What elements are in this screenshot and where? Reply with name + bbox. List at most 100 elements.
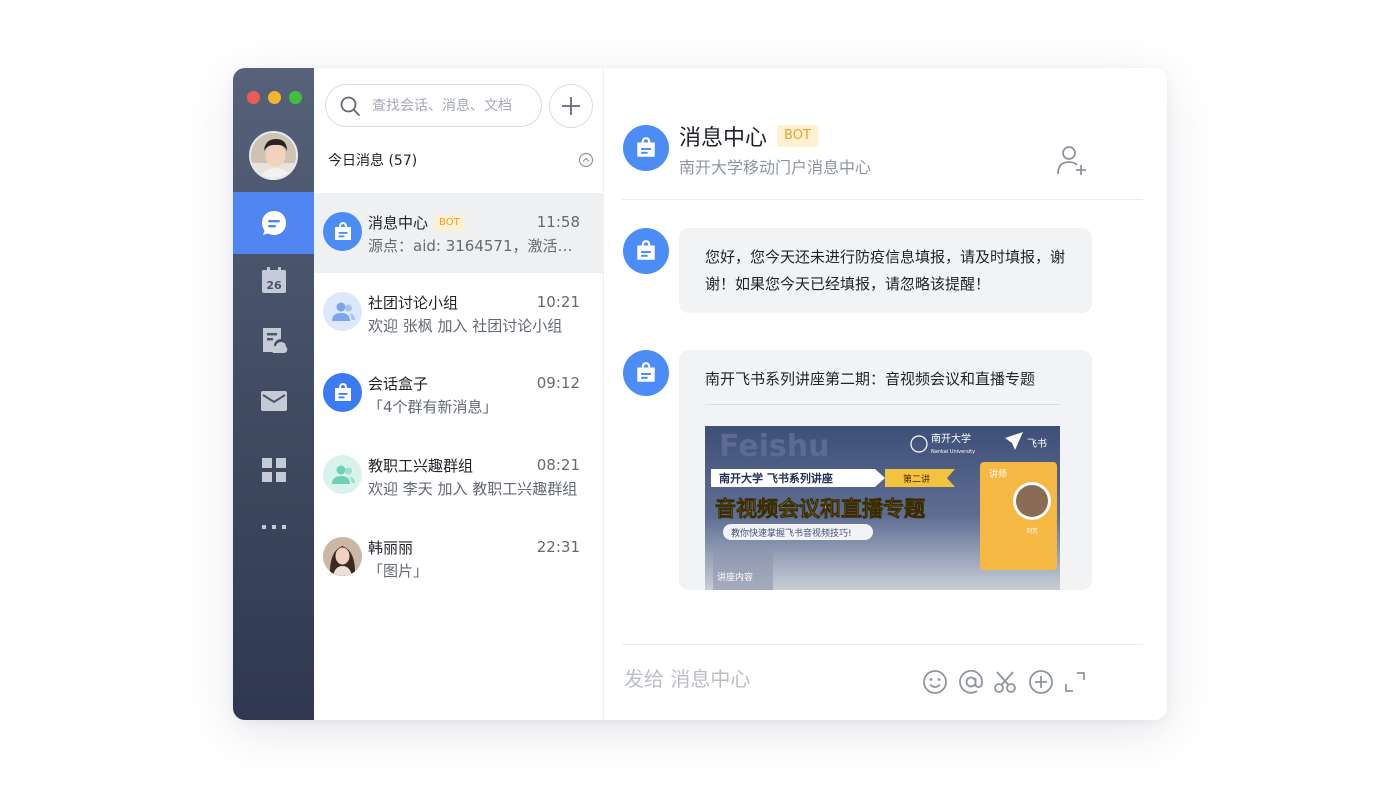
- nav-docs[interactable]: [233, 309, 314, 371]
- nav-more[interactable]: [233, 496, 314, 558]
- poster-tagline: 教你快速掌握飞书音视频技巧!: [731, 527, 852, 539]
- poster-university-en: Nankai University: [931, 449, 975, 455]
- conversation-preview: 源点：aid: 3164571，激活回…: [368, 237, 583, 255]
- conversation-preview: 欢迎 李天 加入 教职工兴趣群组: [368, 480, 578, 498]
- create-button[interactable]: [549, 84, 593, 128]
- conversation-avatar: [323, 292, 362, 331]
- mail-icon: [260, 391, 287, 411]
- group-icon: [331, 302, 355, 321]
- card-divider: [705, 404, 1059, 405]
- conversation-title: 会话盒子: [368, 375, 429, 393]
- bot-icon: [637, 137, 655, 157]
- section-title: 今日消息 (57): [328, 153, 418, 169]
- expand-editor-button[interactable]: [1060, 667, 1090, 697]
- expand-icon: [1065, 672, 1085, 692]
- user-photo-icon: [251, 133, 296, 178]
- emoji-button[interactable]: [920, 667, 950, 697]
- emoji-icon: [923, 670, 947, 694]
- poster-university: 南开大学: [931, 432, 971, 445]
- conversation-preview: 欢迎 张枫 加入 社团讨论小组: [368, 317, 563, 335]
- poster-episode: 第二讲: [903, 473, 930, 485]
- chat-panel: 消息中心 BOT 南开大学移动门户消息中心 您好，您今天还未进行防疫信息填报，请…: [605, 68, 1167, 720]
- chat-subtitle: 南开大学移动门户消息中心: [679, 158, 872, 177]
- nav-calendar[interactable]: 26: [233, 249, 314, 311]
- group-icon: [331, 465, 355, 484]
- search-icon: [340, 96, 360, 116]
- conversation-time: 11:58: [536, 213, 580, 231]
- poster-graphic: Feishu 南开大学 Nankai University 飞书 南开大学 飞书…: [711, 429, 1057, 590]
- maximize-window-button[interactable]: [289, 91, 302, 104]
- user-avatar[interactable]: [249, 131, 298, 180]
- poster-watermark: Feishu: [719, 429, 829, 464]
- nav-workplace[interactable]: [233, 439, 314, 501]
- chat-avatar: [623, 125, 669, 171]
- nav-rail: 26: [233, 68, 314, 720]
- bot-icon: [334, 382, 351, 401]
- add-member-icon[interactable]: [1055, 143, 1089, 177]
- university-seal-icon: [910, 435, 928, 453]
- conversation-title: 消息中心: [368, 214, 429, 232]
- nav-messages[interactable]: [233, 192, 314, 254]
- conversation-title: 社团讨论小组: [368, 294, 459, 312]
- card-title: 南开飞书系列讲座第二期：音视频会议和直播专题: [705, 370, 1036, 388]
- conversation-item[interactable]: 会话盒子 09:12 「4个群有新消息」: [314, 354, 604, 434]
- user-photo-icon: [323, 537, 362, 576]
- conversation-item[interactable]: 教职工兴趣群组 08:21 欢迎 李天 加入 教职工兴趣群组: [314, 436, 604, 516]
- bot-icon: [334, 221, 351, 240]
- message-avatar: [623, 228, 669, 274]
- conversation-time: 22:31: [536, 538, 580, 556]
- poster-section-label: 讲座内容: [717, 571, 753, 583]
- scissors-icon: [994, 671, 1016, 693]
- poster-speaker-label: 讲师: [989, 468, 1007, 480]
- conversation-time: 10:21: [536, 293, 580, 311]
- conversation-title: 韩丽丽: [368, 539, 414, 557]
- calendar-day-label: 26: [266, 279, 282, 292]
- calendar-icon: 26: [261, 267, 286, 293]
- chat-header: 消息中心 BOT 南开大学移动门户消息中心: [622, 68, 1143, 200]
- close-window-button[interactable]: [247, 91, 260, 104]
- bot-icon: [637, 240, 655, 260]
- today-section-header: 今日消息 (57): [328, 150, 594, 170]
- bot-badge: BOT: [777, 125, 818, 147]
- attach-button[interactable]: [1026, 667, 1056, 697]
- message-avatar: [623, 350, 669, 396]
- search-box[interactable]: [325, 84, 542, 127]
- message-icon: [261, 211, 286, 235]
- message-card[interactable]: 南开飞书系列讲座第二期：音视频会议和直播专题 Feishu 南开大学 Nanka…: [679, 350, 1092, 590]
- message-bubble: 您好，您今天还未进行防疫信息填报，请及时填报，谢谢！如果您今天已经填报，请忽略该…: [679, 228, 1092, 313]
- mention-button[interactable]: [956, 667, 986, 697]
- conversation-time: 08:21: [536, 456, 580, 474]
- message-composer: [622, 644, 1143, 720]
- content-box: [713, 548, 773, 590]
- conversation-avatar: [323, 537, 362, 576]
- search-input[interactable]: [372, 97, 532, 114]
- conversation-time: 09:12: [536, 374, 580, 392]
- minimize-window-button[interactable]: [268, 91, 281, 104]
- screenshot-button[interactable]: [990, 667, 1020, 697]
- plus-circle-icon: [1029, 670, 1053, 694]
- lecture-poster-image[interactable]: Feishu 南开大学 Nankai University 飞书 南开大学 飞书…: [705, 426, 1060, 590]
- conversation-item[interactable]: 社团讨论小组 10:21 欢迎 张枫 加入 社团讨论小组: [314, 273, 604, 353]
- conversation-preview: 「4个群有新消息」: [368, 398, 498, 416]
- feishu-logo-icon: [1005, 432, 1023, 450]
- chat-title: 消息中心 BOT: [679, 120, 818, 152]
- conversation-list-panel: 今日消息 (57) 消息中心 BOT 11:58 源点：aid: 3: [314, 68, 604, 720]
- conversation-avatar: [323, 212, 362, 251]
- conversation-avatar: [323, 455, 362, 494]
- poster-series: 南开大学 飞书系列讲座: [719, 471, 833, 485]
- conversation-preview: 「图片」: [368, 562, 429, 580]
- conversation-avatar: [323, 373, 362, 412]
- bot-icon: [637, 362, 655, 382]
- plus-icon: [562, 97, 580, 115]
- poster-headline: 音视频会议和直播专题: [715, 497, 926, 521]
- app-grid-icon: [261, 458, 286, 482]
- nav-mail[interactable]: [233, 370, 314, 432]
- message-input[interactable]: [624, 667, 904, 691]
- collapse-icon[interactable]: [578, 152, 594, 168]
- at-mention-icon: [959, 669, 983, 694]
- conversation-item[interactable]: 韩丽丽 22:31 「图片」: [314, 518, 604, 598]
- speaker-photo-icon: [1016, 485, 1048, 517]
- poster-speaker-name: 刘芳: [1026, 527, 1038, 535]
- conversation-item[interactable]: 消息中心 BOT 11:58 源点：aid: 3164571，激活回…: [314, 193, 604, 273]
- app-window: 26 查找会话、消息、文档 今日消息 (57) 消息中心 BOT 11:58 源…: [233, 68, 1167, 720]
